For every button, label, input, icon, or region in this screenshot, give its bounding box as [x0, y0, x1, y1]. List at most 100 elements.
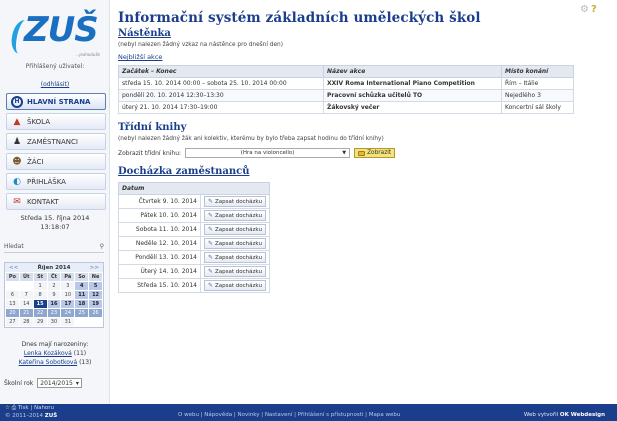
menu-item-registration[interactable]: ◐ PŘIHLÁŠKA	[6, 173, 106, 190]
calendar-day[interactable]: 21	[19, 309, 33, 317]
attendance-date: Sobota 11. 10. 2014	[118, 222, 201, 237]
calendar-day[interactable]: 15	[33, 300, 47, 308]
calendar-day[interactable]: 17	[61, 300, 75, 308]
board-heading[interactable]: Nástěnka	[118, 28, 608, 39]
logout-link[interactable]: (odhlásit)	[41, 81, 69, 88]
show-book-label: Zobrazit třídní knihu:	[118, 149, 182, 157]
calendar-day[interactable]: 16	[47, 300, 61, 308]
calendar-day[interactable]: 10	[61, 291, 75, 299]
calendar-grid: Po Út St Čt Pá So Ne 1 2 3 4 5 6 7 8 9 10 11 12 13 14 15 16 17 1…	[5, 272, 103, 327]
calendar-day[interactable]: 19	[89, 300, 102, 308]
footer-tools[interactable]: Tisk | Nahoru	[18, 405, 54, 411]
write-attendance-button[interactable]: ✎ Zapsat docházku	[204, 280, 266, 291]
events-col-name: Název akce	[323, 65, 502, 78]
school-icon: ▲	[13, 116, 21, 127]
credit-name[interactable]: OK Webdesign	[560, 412, 605, 418]
pencil-icon: ✎	[208, 254, 214, 261]
calendar-day[interactable]: 23	[47, 309, 61, 317]
attendance-date: Čtvrtek 9. 10. 2014	[118, 194, 201, 209]
calendar-next-button[interactable]: >>	[90, 265, 99, 271]
calendar-day[interactable]: 8	[33, 291, 47, 299]
calendar-day[interactable]: 29	[33, 318, 47, 326]
calendar-day[interactable]: 30	[47, 318, 61, 326]
calendar-day[interactable]: 5	[89, 282, 102, 290]
print-icon: ⎙	[11, 405, 17, 411]
write-attendance-button[interactable]: ✎ Zapsat docházku	[204, 224, 266, 235]
star-icon[interactable]: ☆	[5, 405, 10, 411]
calendar-day-name: Po	[6, 273, 19, 281]
menu-item-school[interactable]: ▲ ŠKOLA	[6, 113, 106, 130]
menu-item-home[interactable]: H HLAVNÍ STRANA	[6, 93, 106, 110]
menu-item-students[interactable]: ☻ ŽÁCI	[6, 153, 106, 170]
attendance-table: Datum Čtvrtek 9. 10. 2014 ✎ Zapsat docházk…	[118, 182, 270, 293]
attendance-date: Pondělí 13. 10. 2014	[118, 250, 201, 265]
calendar-day[interactable]: 13	[6, 300, 19, 308]
calendar-prev-button[interactable]: <<	[9, 265, 18, 271]
calendar-day[interactable]: 31	[61, 318, 75, 326]
calendar-day[interactable]: 25	[75, 309, 89, 317]
calendar-day[interactable]: 4	[75, 282, 89, 290]
attendance-action-cell: ✎ Zapsat docházku	[200, 208, 270, 223]
calendar-day[interactable]: 12	[89, 291, 102, 299]
events-table: Začátek – Konec Název akce Místo konání …	[118, 65, 574, 114]
menu-item-label: HLAVNÍ STRANA	[27, 97, 91, 106]
calendar-day[interactable]: 24	[61, 309, 75, 317]
write-attendance-label: Zapsat docházku	[215, 226, 262, 233]
calendar-day[interactable]: 22	[33, 309, 47, 317]
event-place: Nejedlého 3	[501, 89, 574, 102]
write-attendance-button[interactable]: ✎ Zapsat docházku	[204, 210, 266, 221]
calendar-day[interactable]: 14	[19, 300, 33, 308]
calendar-day[interactable]: 18	[75, 300, 89, 308]
calendar-day-name: Pá	[61, 273, 75, 281]
menu-item-label: ŽÁCI	[27, 157, 44, 166]
calendar-day[interactable]: 2	[47, 282, 61, 290]
search-box[interactable]: Hledat ⚲	[4, 241, 104, 253]
attendance-date: Pátek 10. 10. 2014	[118, 208, 201, 223]
chevron-down-icon: ▼	[342, 150, 347, 156]
footer-links[interactable]: O webu | Nápověda | Novinky | Nastavení …	[178, 412, 400, 418]
event-place: Řím – Itálie	[501, 77, 574, 90]
write-attendance-button[interactable]: ✎ Zapsat docházku	[204, 196, 266, 207]
menu-item-employees[interactable]: ♟ ZAMĚSTNANCI	[6, 133, 106, 150]
class-book-select[interactable]: (Hra na violoncello) ▼	[185, 148, 351, 158]
show-book-button[interactable]: Zobrazit	[354, 148, 396, 158]
page-title: Informační systém základních uměleckých …	[118, 10, 481, 26]
school-year-select[interactable]: 2014/2015 ▾	[37, 378, 82, 388]
school-year: Školní rok 2014/2015 ▾	[4, 378, 82, 388]
calendar-day[interactable]: 27	[6, 318, 19, 326]
zus-logo[interactable]: ZUŠ ...jednoduše	[8, 8, 104, 58]
main-content: Informační systém základních uměleckých …	[118, 10, 608, 293]
calendar-day[interactable]: 26	[89, 309, 102, 317]
attendance-col-date: Datum	[118, 182, 270, 195]
birthday-name[interactable]: Lenka Kozáková	[24, 350, 72, 357]
calendar-day[interactable]: 20	[6, 309, 19, 317]
table-row[interactable]: středa 15. 10. 2014 00:00 – sobota 25. 1…	[118, 77, 574, 90]
calendar-day[interactable]: 11	[75, 291, 89, 299]
attendance-heading[interactable]: Docházka zaměstnanců	[118, 166, 608, 177]
event-place: Koncertní sál školy	[501, 101, 574, 114]
calendar-day[interactable]: 1	[33, 282, 47, 290]
table-row[interactable]: úterý 21. 10. 2014 17:30–19:00 Žákovský …	[118, 101, 574, 114]
pencil-icon: ✎	[208, 240, 214, 247]
calendar-day[interactable]: 6	[6, 291, 19, 299]
birthday-name[interactable]: Kateřina Sobotková	[19, 359, 78, 366]
calendar-day[interactable]: 9	[47, 291, 61, 299]
attendance-action-cell: ✎ Zapsat docházku	[200, 222, 270, 237]
menu-item-label: PŘIHLÁŠKA	[27, 177, 66, 186]
table-row: Pondělí 13. 10. 2014 ✎ Zapsat docházku	[118, 250, 270, 265]
calendar-day[interactable]: 28	[19, 318, 33, 326]
calendar-day[interactable]: 7	[19, 291, 33, 299]
table-row[interactable]: pondělí 20. 10. 2014 12:30–13:30 Pracovn…	[118, 89, 574, 102]
menu-item-contact[interactable]: ✉ KONTAKT	[6, 193, 106, 210]
write-attendance-button[interactable]: ✎ Zapsat docházku	[204, 238, 266, 249]
table-row: Neděle 12. 10. 2014 ✎ Zapsat docházku	[118, 236, 270, 251]
write-attendance-button[interactable]: ✎ Zapsat docházku	[204, 266, 266, 277]
search-icon[interactable]: ⚲	[100, 243, 104, 250]
students-icon: ☻	[12, 156, 22, 167]
folder-icon	[358, 150, 366, 156]
events-link[interactable]: Nejbližší akce	[118, 53, 162, 61]
calendar-day[interactable]: 3	[61, 282, 75, 290]
write-attendance-button[interactable]: ✎ Zapsat docházku	[204, 252, 266, 263]
write-attendance-label: Zapsat docházku	[215, 198, 262, 205]
event-name: XXIV Roma International Piano Competitio…	[323, 77, 502, 90]
